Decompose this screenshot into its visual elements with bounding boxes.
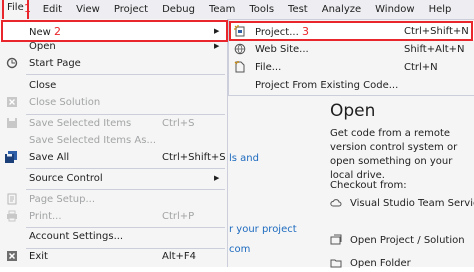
web-site-label: Web Site... [255, 43, 309, 55]
menu-view[interactable]: View [69, 0, 107, 19]
cloud-icon [330, 197, 342, 209]
new-submenu-file[interactable]: File... Ctrl+N [229, 58, 474, 76]
exit-label: Exit [29, 250, 48, 262]
page-setup-icon [5, 193, 18, 206]
save-all-label: Save All [29, 151, 70, 163]
open-heading: Open [330, 101, 376, 121]
close-solution-icon [5, 96, 18, 109]
open-project-solution-link[interactable]: Open Project / Solution [330, 234, 465, 246]
close-solution-label: Close Solution [29, 96, 101, 108]
print-label: Print... [29, 210, 62, 222]
start-page-label: Start Page [29, 57, 81, 69]
new-submenu-web-site[interactable]: Web Site... Shift+Alt+N [229, 40, 474, 58]
vsts-label: Visual Studio Team Services [350, 197, 474, 209]
web-site-icon [234, 43, 246, 55]
menu-window[interactable]: Window [368, 0, 421, 19]
exit-icon [5, 250, 18, 263]
file-label: File... [255, 61, 282, 73]
step-1-annotation: 1 [24, 2, 31, 15]
menu-tools[interactable]: Tools [242, 0, 281, 19]
menu-edit[interactable]: Edit [29, 0, 69, 19]
open-project-icon [330, 234, 342, 246]
menu-team[interactable]: Team [202, 0, 242, 19]
file-menu-exit[interactable]: Exit Alt+F4 [0, 246, 227, 266]
close-label: Close [29, 79, 57, 91]
new-project-icon [234, 25, 246, 37]
file-menu-print[interactable]: Print... Ctrl+P [0, 206, 227, 226]
save-selected-as-label: Save Selected Items As... [29, 134, 156, 146]
file-menu-start-page[interactable]: Start Page [0, 53, 227, 73]
menu-project[interactable]: Project [107, 0, 155, 19]
save-all-shortcut: Ctrl+Shift+S [162, 151, 226, 163]
menu-debug[interactable]: Debug [155, 0, 202, 19]
partial-link-3[interactable]: com [229, 244, 250, 255]
submenu-arrow-icon: ▶ [214, 27, 220, 35]
project-from-existing-code-label: Project From Existing Code... [255, 79, 399, 91]
file-menu-source-control[interactable]: Source Control ▶ [0, 168, 227, 188]
menu-analyze[interactable]: Analyze [315, 0, 368, 19]
menu-test[interactable]: Test [281, 0, 315, 19]
vsts-link[interactable]: Visual Studio Team Services [330, 197, 474, 209]
partial-link-1[interactable]: ls and [229, 153, 259, 164]
source-control-label: Source Control [29, 172, 103, 184]
save-selected-label: Save Selected Items [29, 117, 132, 129]
page-setup-label: Page Setup... [29, 193, 96, 205]
submenu-arrow-icon: ▶ [214, 42, 220, 50]
exit-shortcut: Alt+F4 [162, 250, 197, 262]
web-site-shortcut: Shift+Alt+N [404, 43, 465, 55]
open-description: Get code from a remote version control s… [330, 128, 458, 181]
project-label: Project... 3 [255, 24, 309, 38]
file-menu-account-settings[interactable]: Account Settings... [0, 226, 227, 246]
project-shortcut: Ctrl+Shift+N [404, 25, 469, 37]
save-all-icon [5, 151, 18, 164]
save-icon [5, 117, 18, 130]
file-menu-dropdown: New 2 ▶ Open ▶ Start Page Close Close So… [0, 19, 228, 267]
open-folder-link[interactable]: Open Folder [330, 257, 411, 269]
submenu-arrow-icon: ▶ [214, 174, 220, 182]
menu-bar: File Edit View Project Debug Team Tools … [0, 0, 474, 21]
file-shortcut: Ctrl+N [404, 61, 438, 73]
new-file-icon [234, 61, 246, 73]
print-icon [5, 210, 18, 223]
print-shortcut: Ctrl+P [162, 210, 195, 222]
checkout-label: Checkout from: [330, 180, 407, 191]
file-menu-save-all[interactable]: Save All Ctrl+Shift+S [0, 147, 227, 167]
start-page-icon [5, 57, 18, 70]
new-submenu-project-from-existing-code[interactable]: Project From Existing Code... [229, 76, 474, 94]
account-settings-label: Account Settings... [29, 230, 124, 242]
open-label: Open [29, 40, 56, 52]
save-selected-shortcut: Ctrl+S [162, 117, 195, 129]
open-project-label: Open Project / Solution [350, 234, 465, 246]
file-menu-close-solution[interactable]: Close Solution [0, 92, 227, 112]
folder-icon [330, 257, 342, 269]
new-submenu-project[interactable]: Project... 3 Ctrl+Shift+N [229, 22, 474, 40]
menu-help[interactable]: Help [422, 0, 459, 19]
new-submenu: Project... 3 Ctrl+Shift+N Web Site... Sh… [228, 19, 474, 96]
partial-link-2[interactable]: r your project [229, 224, 297, 235]
